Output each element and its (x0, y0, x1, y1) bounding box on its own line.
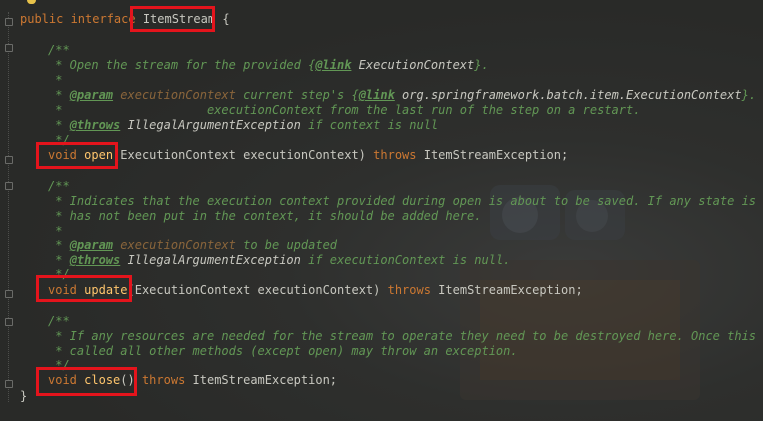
fold-icon[interactable] (5, 44, 13, 52)
javadoc-line: * If any resources are needed for the st… (48, 329, 763, 343)
editor-gutter (0, 0, 14, 421)
javadoc-line: * @param executionContext current step's… (48, 88, 757, 102)
highlight-box-update (36, 275, 132, 302)
open-method-signature: void open(ExecutionContext executionCont… (48, 148, 569, 162)
javadoc-line: * (48, 73, 63, 87)
highlight-box-close (36, 367, 137, 396)
fold-icon[interactable] (5, 182, 13, 190)
highlight-box-open (36, 142, 118, 169)
javadoc-line: /** (48, 314, 70, 328)
fold-icon[interactable] (5, 18, 13, 26)
fold-icon[interactable] (5, 380, 13, 388)
fold-icon[interactable] (5, 156, 13, 164)
closing-brace: } (20, 389, 28, 403)
fold-guide (8, 12, 9, 402)
javadoc-line: * @throws IllegalArgumentException if co… (48, 118, 439, 132)
fold-icon[interactable] (5, 290, 13, 298)
highlight-box-interface-name (130, 6, 215, 32)
javadoc-line: * has not been put in the context, it sh… (48, 209, 482, 223)
javadoc-line: /** (48, 179, 70, 193)
javadoc-line: * @throws IllegalArgumentException if ex… (48, 253, 511, 267)
javadoc-line: * Indicates that the execution context p… (48, 194, 763, 208)
javadoc-line: * Open the stream for the provided {@lin… (48, 58, 489, 72)
javadoc-line: * @param executionContext to be updated (48, 238, 338, 252)
javadoc-line: * executionContext from the last run of … (48, 103, 641, 117)
javadoc-line: * called all other methods (except open)… (48, 344, 518, 358)
fold-icon[interactable] (5, 318, 13, 326)
bulb-icon[interactable] (27, 0, 36, 4)
javadoc-line: /** (48, 43, 70, 57)
